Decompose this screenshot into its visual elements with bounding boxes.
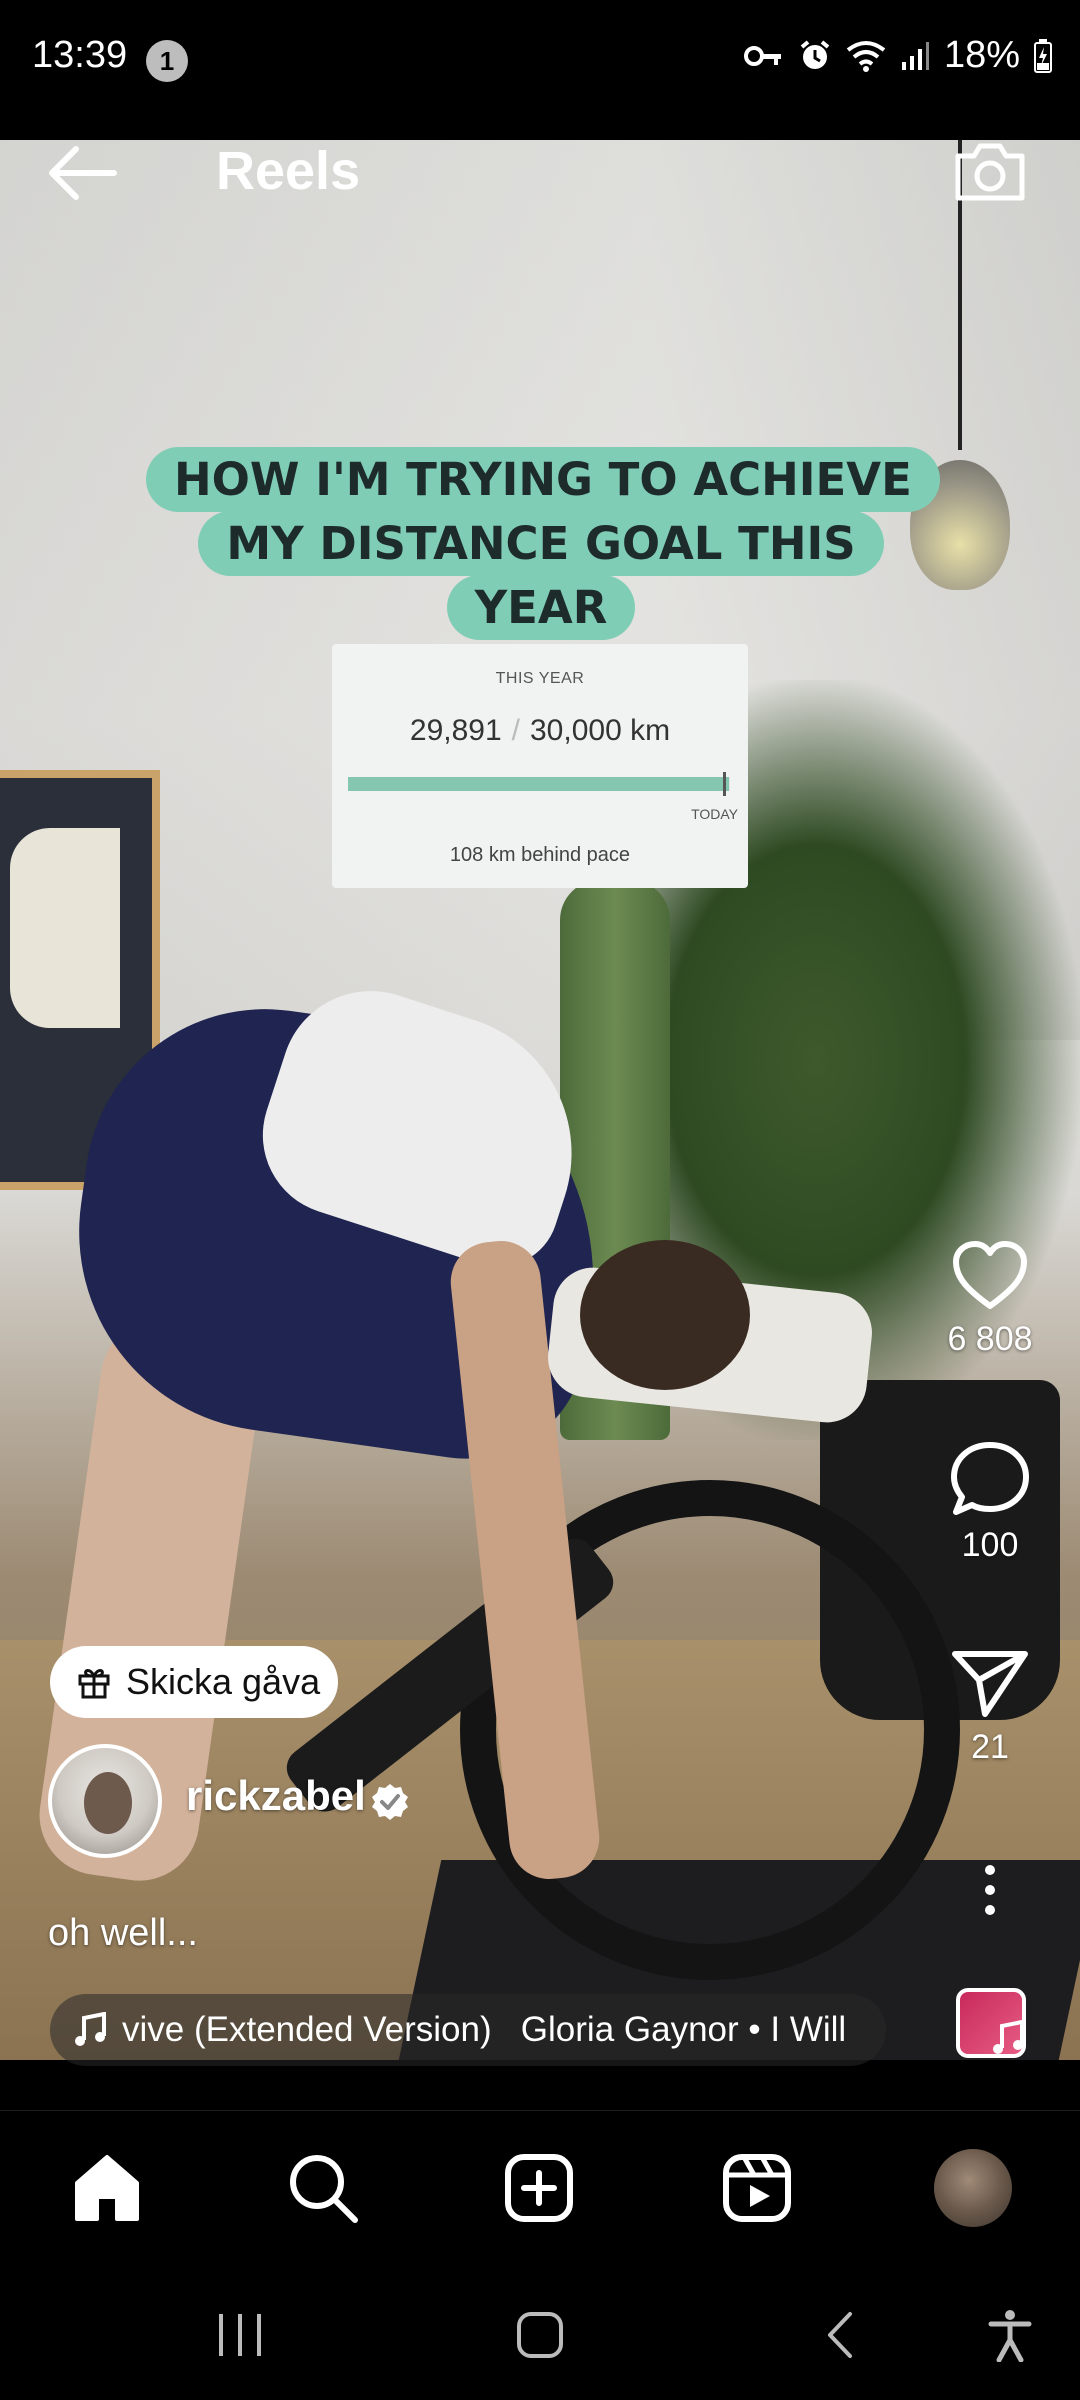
more-options-button[interactable]: [960, 1862, 1020, 1918]
nav-profile[interactable]: [928, 2143, 1018, 2233]
post-caption[interactable]: oh well...: [48, 1912, 198, 1955]
reels-icon: [723, 2154, 791, 2222]
battery-charging-icon: [1034, 38, 1052, 73]
profile-avatar: [934, 2149, 1012, 2227]
back-button[interactable]: [40, 138, 130, 208]
signal-icon: [901, 41, 929, 70]
comment-count: 100: [961, 1526, 1019, 1564]
share-count: 21: [971, 1728, 1009, 1766]
like-count: 6 808: [947, 1320, 1033, 1358]
share-button[interactable]: 21: [930, 1648, 1050, 1767]
progress-fill: [348, 777, 729, 791]
home-icon: [75, 2155, 139, 2221]
progress-track: [348, 777, 730, 791]
more-vertical-icon: [985, 1865, 995, 1915]
notification-count-badge: 1: [146, 40, 188, 82]
distance-stats-card: THIS YEAR 29,891 / 30,000 km TODAY 108 km …: [332, 644, 748, 888]
system-home-icon: [517, 2312, 563, 2358]
music-note-icon: [993, 2019, 1024, 2054]
comment-icon: [951, 1442, 1029, 1515]
music-note-icon: [75, 2012, 106, 2046]
back-icon: [828, 2312, 852, 2358]
avatar-face: [84, 1772, 132, 1834]
send-icon: [952, 1651, 1028, 1717]
gift-label: Skicka gåva: [126, 1661, 321, 1702]
nav-reels[interactable]: [712, 2143, 802, 2233]
video-headline: HOW I'M TRYING TO ACHIEVE MY DISTANCE GO…: [146, 447, 940, 640]
nav-search[interactable]: [278, 2143, 368, 2233]
audio-track-text: vive (Extended Version) Gloria Gaynor • …: [122, 2010, 847, 2049]
stats-goal: 30,000 km: [530, 714, 671, 747]
accessibility-button[interactable]: [970, 2300, 1050, 2370]
verified-badge-icon: [372, 1784, 408, 1820]
recents-icon: [219, 2314, 261, 2356]
headline-text: HOW I'M TRYING TO ACHIEVE MY DISTANCE GO…: [146, 447, 940, 640]
pace-text: 108 km behind pace: [449, 844, 631, 866]
status-bar: 13:39 1 18%: [0, 0, 1080, 140]
camera-icon: [955, 143, 1025, 201]
arrow-left-icon: [49, 146, 117, 200]
system-back-button[interactable]: [800, 2300, 880, 2370]
bottom-navigation: [0, 2110, 1080, 2260]
today-label: TODAY: [691, 806, 738, 822]
stats-label: THIS YEAR: [495, 670, 585, 687]
stats-separator: /: [511, 714, 520, 747]
comment-button[interactable]: 100: [930, 1440, 1050, 1565]
search-icon: [290, 2155, 358, 2223]
camera-button[interactable]: [952, 136, 1028, 206]
stats-current: 29,891: [409, 714, 502, 747]
system-home-button[interactable]: [500, 2300, 580, 2370]
author-avatar[interactable]: [48, 1744, 162, 1858]
wifi-icon: [846, 40, 886, 72]
reel-video[interactable]: [0, 140, 1080, 2060]
nav-create[interactable]: [494, 2143, 584, 2233]
system-navigation-bar: [0, 2260, 1080, 2400]
vpn-key-icon: [743, 45, 781, 66]
status-time: 13:39: [32, 34, 128, 76]
audio-thumbnail[interactable]: [956, 1988, 1026, 2058]
stats-values: 29,891 / 30,000 km: [332, 714, 748, 748]
nav-home[interactable]: [62, 2143, 152, 2233]
recents-button[interactable]: [200, 2300, 280, 2370]
create-icon: [505, 2154, 573, 2222]
rider-head: [580, 1240, 750, 1390]
like-button[interactable]: 6 808: [930, 1240, 1050, 1359]
send-gift-button[interactable]: Skicka gåva: [50, 1646, 338, 1718]
today-marker: [723, 772, 726, 796]
audio-track-bar[interactable]: vive (Extended Version) Gloria Gaynor • …: [50, 1994, 886, 2066]
gift-icon: [78, 1669, 110, 1699]
alarm-icon: [800, 39, 830, 69]
heart-icon: [953, 1241, 1027, 1309]
author-username[interactable]: rickzabel: [186, 1772, 366, 1820]
status-icons: 18%: [743, 34, 1052, 77]
battery-percentage: 18%: [943, 34, 1020, 76]
page-title: Reels: [216, 141, 361, 201]
accessibility-icon: [988, 2310, 1032, 2362]
